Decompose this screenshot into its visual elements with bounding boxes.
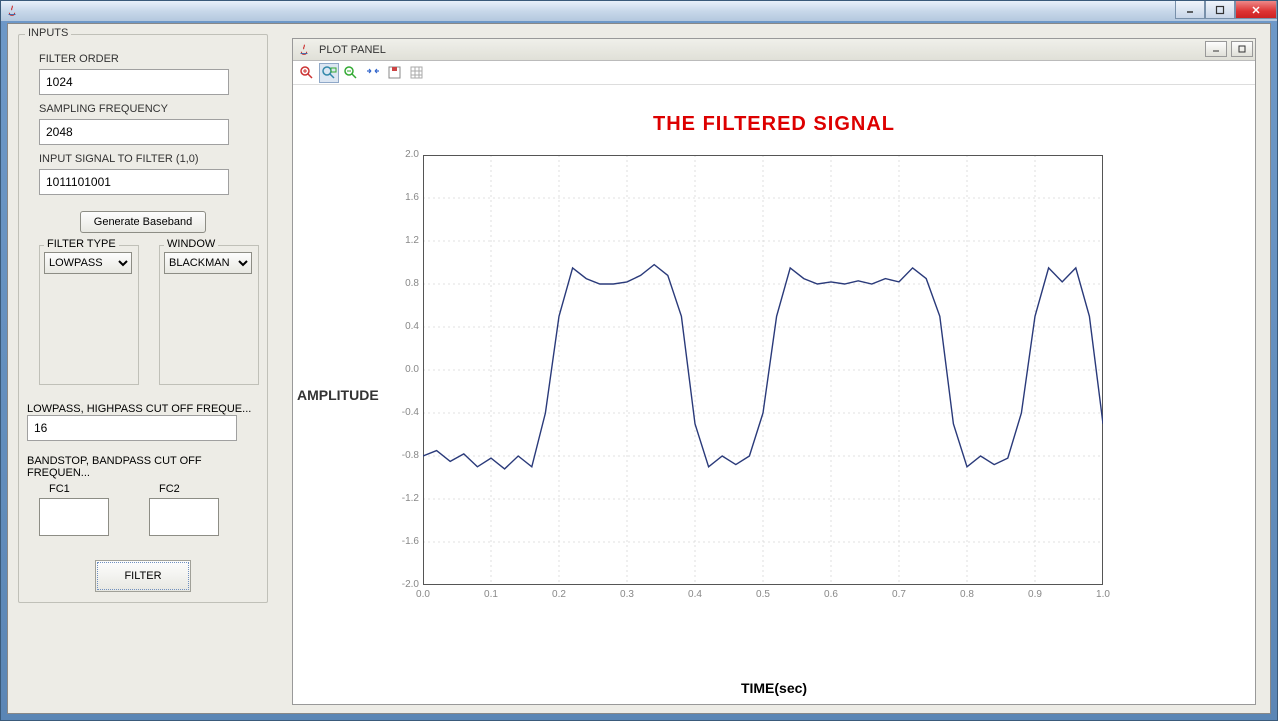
bandstop-freq-label: BANDSTOP, BANDPASS CUT OFF FREQUEN... [27, 455, 259, 479]
window-label: WINDOW [164, 238, 218, 250]
inputs-panel: INPUTS FILTER ORDER SAMPLING FREQUENCY I… [8, 24, 278, 713]
plot-titlebar[interactable]: PLOT PANEL [293, 39, 1255, 61]
plot-maximize-button[interactable] [1231, 41, 1253, 57]
generate-baseband-button[interactable]: Generate Baseband [80, 211, 206, 233]
window-group: WINDOW BLACKMAN [159, 245, 259, 385]
chart-ylabel: AMPLITUDE [297, 387, 379, 403]
close-button[interactable] [1235, 1, 1277, 19]
fit-icon[interactable] [363, 63, 383, 83]
plot-toolbar [293, 61, 1255, 85]
input-signal-input[interactable] [39, 169, 229, 195]
sampling-freq-input[interactable] [39, 119, 229, 145]
filter-type-group: FILTER TYPE LOWPASS [39, 245, 139, 385]
chart-area: THE FILTERED SIGNAL AMPLITUDE TIME(sec) … [293, 85, 1255, 704]
zoom-out-icon[interactable] [341, 63, 361, 83]
input-signal-label: INPUT SIGNAL TO FILTER (1,0) [39, 153, 259, 165]
filter-order-input[interactable] [39, 69, 229, 95]
filter-button[interactable]: FILTER [95, 560, 191, 592]
cutoff-freq-label: LOWPASS, HIGHPASS CUT OFF FREQUE... [27, 403, 259, 415]
chart-yticks: -2.0-1.6-1.2-0.8-0.40.00.40.81.21.62.0 [389, 155, 419, 585]
plot-window-title: PLOT PANEL [319, 44, 386, 56]
inputs-fieldset: INPUTS FILTER ORDER SAMPLING FREQUENCY I… [18, 34, 268, 603]
filter-type-select[interactable]: LOWPASS [44, 252, 132, 274]
sampling-freq-label: SAMPLING FREQUENCY [39, 103, 259, 115]
titlebar[interactable] [1, 1, 1277, 21]
window-select[interactable]: BLACKMAN [164, 252, 252, 274]
fc2-label: FC2 [159, 483, 219, 495]
cutoff-freq-input[interactable] [27, 415, 237, 441]
maximize-button[interactable] [1205, 1, 1235, 19]
chart-plot [423, 155, 1103, 585]
chart-xlabel: TIME(sec) [293, 680, 1255, 696]
chart-xticks: 0.00.10.20.30.40.50.60.70.80.91.0 [423, 589, 1103, 603]
inputs-panel-title: INPUTS [25, 27, 71, 39]
app-window: INPUTS FILTER ORDER SAMPLING FREQUENCY I… [0, 0, 1278, 721]
fc1-input[interactable] [39, 498, 109, 536]
plot-panel-container: PLOT PANEL THE FILTERED SIGNAL [278, 24, 1270, 713]
java-icon [297, 43, 311, 57]
fc2-input[interactable] [149, 498, 219, 536]
app-body: INPUTS FILTER ORDER SAMPLING FREQUENCY I… [7, 23, 1271, 714]
minimize-button[interactable] [1175, 1, 1205, 19]
plot-internal-frame: PLOT PANEL THE FILTERED SIGNAL [292, 38, 1256, 705]
filter-order-label: FILTER ORDER [39, 53, 259, 65]
zoom-in-icon[interactable] [297, 63, 317, 83]
plot-minimize-button[interactable] [1205, 41, 1227, 57]
filter-type-label: FILTER TYPE [44, 238, 119, 250]
zoom-box-icon[interactable] [319, 63, 339, 83]
fc1-label: FC1 [49, 483, 109, 495]
grid-icon[interactable] [407, 63, 427, 83]
chart-title: THE FILTERED SIGNAL [293, 113, 1255, 136]
save-icon[interactable] [385, 63, 405, 83]
chart-svg [423, 155, 1103, 585]
java-icon [5, 4, 19, 18]
